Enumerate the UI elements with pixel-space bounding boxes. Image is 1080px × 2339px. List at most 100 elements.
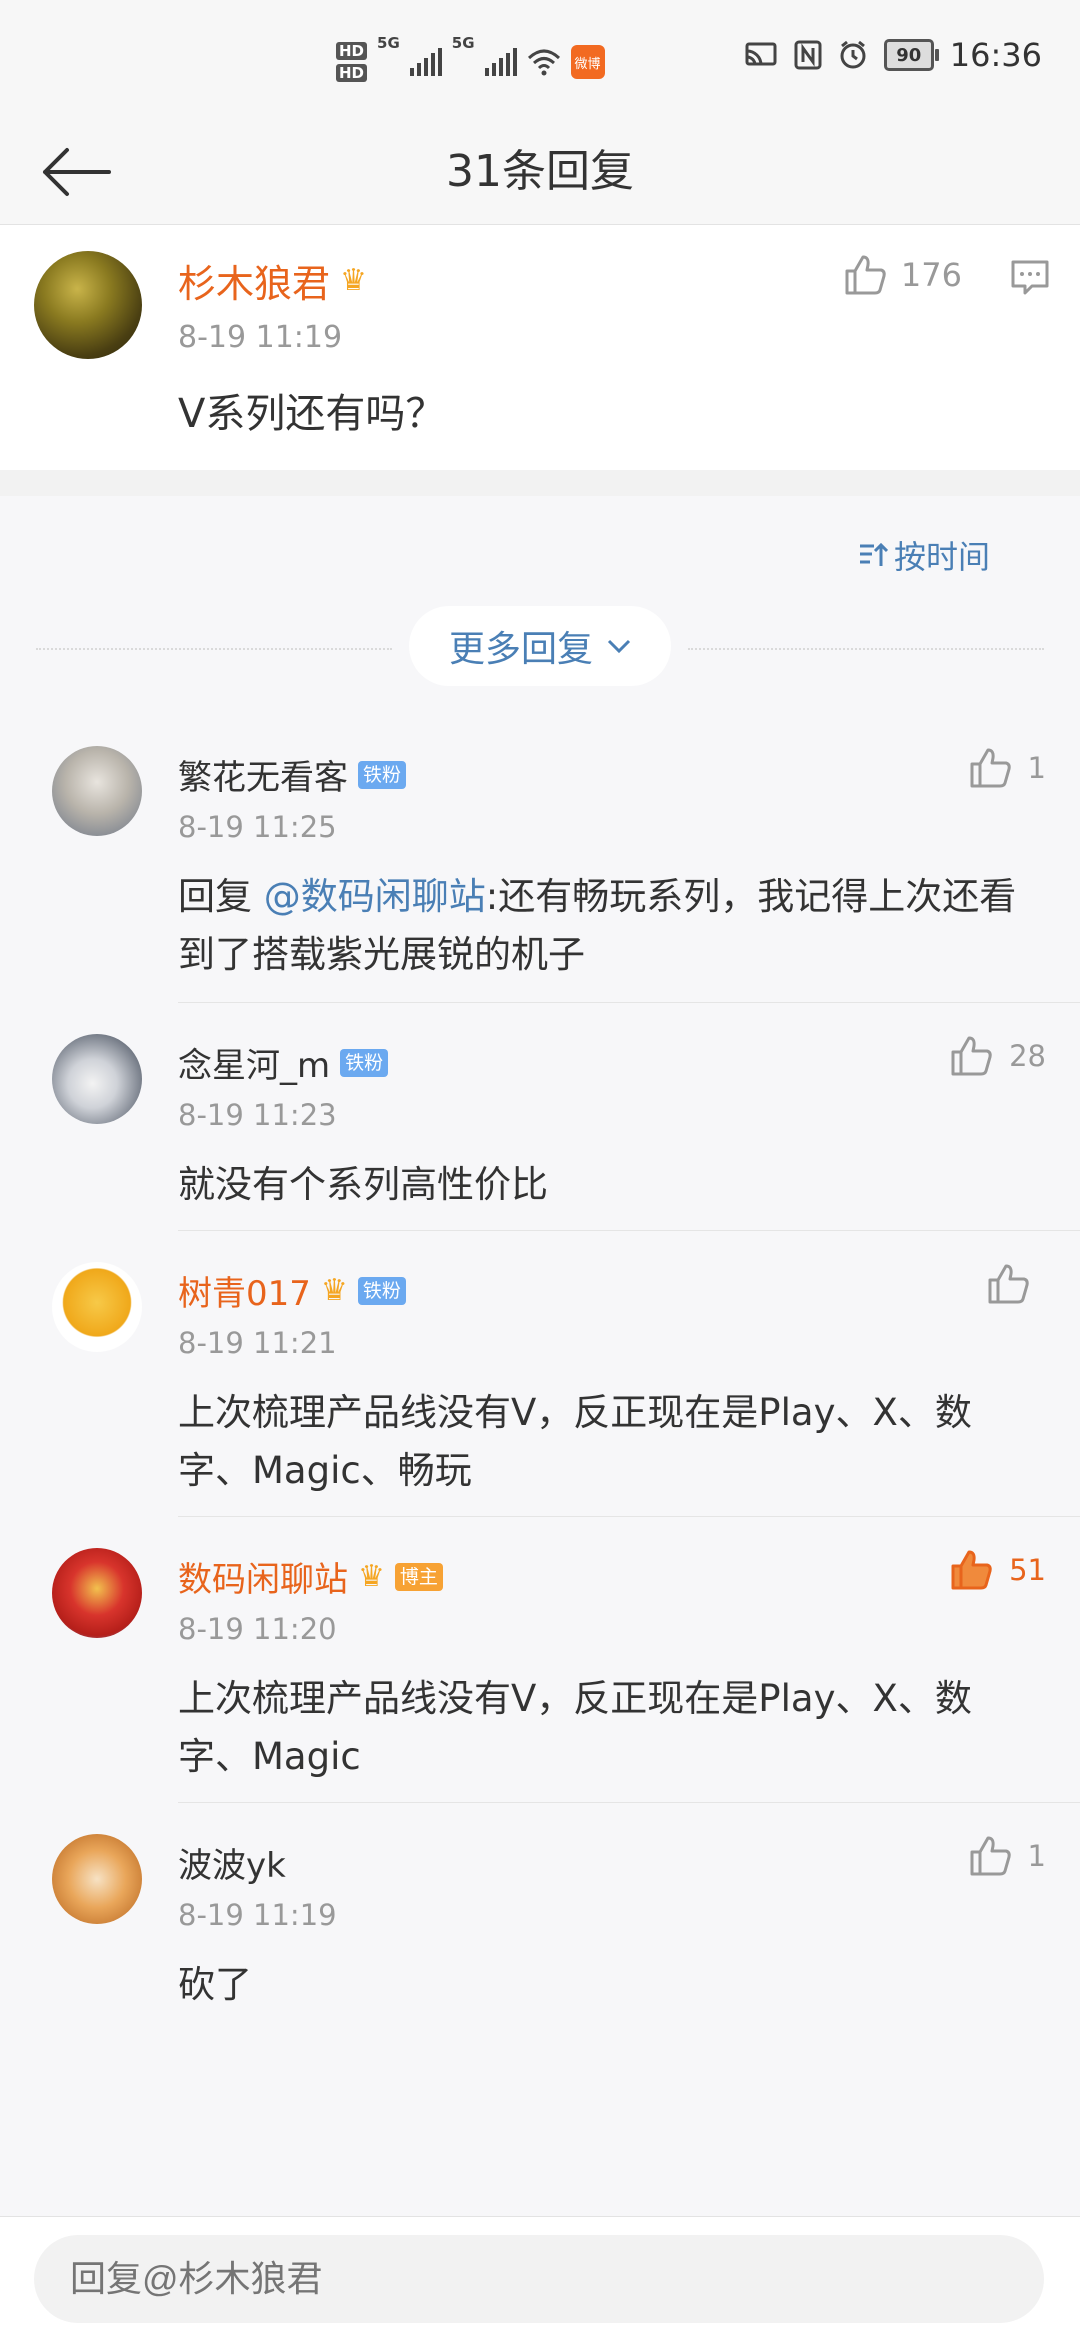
thumbs-up-icon [845, 255, 886, 295]
author-name-text: 波波yk [178, 1846, 286, 1886]
arrow-left-icon [43, 148, 111, 196]
fan-badge: 铁粉 [357, 1276, 406, 1305]
reply-text: 上次梳理产品线没有V，反正现在是Play、X、数字、Magic [178, 1677, 972, 1778]
thumbs-up-icon [988, 1264, 1029, 1304]
original-comment: 杉木狼君 ♛ 8-19 11:19 V系列还有吗？ 176 [0, 225, 1080, 470]
clock: 16:36 [949, 36, 1042, 74]
like-button[interactable]: 176 [843, 253, 962, 297]
blogger-badge: 博主 [394, 1562, 443, 1591]
cast-icon [745, 42, 777, 66]
chevron-down-icon [607, 639, 631, 654]
hd-icon: HD [336, 42, 368, 60]
reply-item: 繁花无看客 铁粉 8-19 11:25 回复 @数码闲聊站:还有畅玩系列，我记得… [0, 746, 1080, 976]
author-name-text: 念星河_m [178, 1046, 331, 1086]
thumbs-up-filled-icon [951, 1550, 992, 1590]
reply-time: 8-19 11:25 [178, 810, 337, 844]
divider [688, 648, 1044, 650]
reply-time: 8-19 11:20 [178, 1612, 337, 1646]
reply-prefix: 回复 [178, 875, 264, 918]
like-count: 1 [1027, 1839, 1046, 1873]
status-left: HD HD 5G 5G 微博 [336, 34, 605, 90]
reply-text: 回复 @数码闲聊站:还有畅玩系列，我记得上次还看到了搭载紫光展锐的机子 [178, 868, 1038, 984]
avatar[interactable] [52, 1548, 142, 1638]
battery-icon: 90 [883, 39, 939, 71]
reply-input[interactable] [34, 2235, 1044, 2323]
reply-text: 就没有个系列高性价比 [178, 1163, 548, 1206]
fan-badge: 铁粉 [340, 1048, 389, 1077]
comment-icon[interactable] [1010, 257, 1050, 297]
hd-stack: HD HD [336, 42, 368, 82]
avatar[interactable] [52, 1034, 142, 1124]
wifi-icon [527, 49, 560, 76]
comment-text: V系列还有吗？ [178, 391, 446, 437]
weibo-notification-icon: 微博 [570, 45, 605, 79]
avatar[interactable] [52, 746, 142, 836]
divider [178, 1002, 1080, 1003]
author-name[interactable]: 树青017 ♛ 铁粉 [178, 1266, 406, 1315]
reply-item: 树青017 ♛ 铁粉 8-19 11:21 上次梳理产品线没有V，反正现在是Pl… [0, 1262, 1080, 1492]
fan-badge: 铁粉 [358, 760, 407, 789]
avatar[interactable] [34, 251, 142, 359]
like-count: 1 [1027, 751, 1046, 785]
like-button[interactable]: 1 [968, 1834, 1046, 1878]
divider [178, 1516, 1080, 1517]
like-count: 176 [900, 256, 962, 294]
author-name[interactable]: 杉木狼君 ♛ [178, 253, 367, 308]
mention-link[interactable]: @数码闲聊站 [264, 875, 486, 918]
like-count: 51 [1009, 1553, 1046, 1587]
reply-text: 砍了 [178, 1963, 252, 2006]
crown-icon: ♛ [320, 1273, 348, 1308]
network-type-label: 5G [451, 34, 475, 52]
comment-time: 8-19 11:19 [178, 320, 343, 355]
signal-icon [409, 48, 442, 76]
thumbs-up-icon [970, 1836, 1011, 1876]
avatar[interactable] [52, 1834, 142, 1924]
thumbs-up-icon [951, 1036, 992, 1076]
avatar[interactable] [52, 1262, 142, 1352]
sort-by-time-button[interactable]: 按时间 [858, 532, 990, 578]
reply-input-bar [0, 2216, 1080, 2339]
like-count: 28 [1009, 1039, 1046, 1073]
more-replies-row: 更多回复 [36, 606, 1044, 690]
reply-item: 数码闲聊站 ♛ 博主 8-19 11:20 上次梳理产品线没有V，反正现在是Pl… [0, 1548, 1080, 1778]
hd-icon: HD [336, 64, 368, 82]
more-replies-button[interactable]: 更多回复 [409, 606, 671, 686]
author-name[interactable]: 念星河_m 铁粉 [178, 1038, 389, 1087]
reply-time: 8-19 11:19 [178, 1898, 337, 1932]
author-name[interactable]: 繁花无看客 铁粉 [178, 750, 407, 799]
like-button[interactable]: 28 [949, 1034, 1046, 1078]
crown-icon: ♛ [358, 1559, 385, 1594]
reply-time: 8-19 11:21 [178, 1326, 337, 1360]
replies-section: 按时间 更多回复 繁花无看客 铁粉 8-19 11:25 回复 @数码闲聊站:还… [0, 496, 1080, 2216]
crown-icon: ♛ [340, 263, 367, 298]
like-button[interactable]: 1 [968, 746, 1046, 790]
divider [178, 1230, 1080, 1231]
author-name[interactable]: 波波yk [178, 1838, 286, 1887]
reply-time: 8-19 11:23 [178, 1098, 337, 1132]
reply-item: 念星河_m 铁粉 8-19 11:23 就没有个系列高性价比 28 [0, 1034, 1080, 1206]
network-type-label: 5G [377, 34, 400, 52]
divider [178, 1802, 1080, 1803]
title-bar: 31条回复 [0, 120, 1080, 225]
like-button[interactable] [986, 1262, 1046, 1306]
divider [36, 648, 392, 650]
reply-text: 上次梳理产品线没有V，反正现在是Play、X、数字、Magic、畅玩 [178, 1391, 972, 1492]
back-button[interactable] [36, 132, 116, 212]
more-replies-label: 更多回复 [448, 629, 593, 670]
author-name[interactable]: 数码闲聊站 ♛ 博主 [178, 1552, 443, 1601]
sort-label: 按时间 [893, 538, 990, 576]
status-bar: HD HD 5G 5G 微博 90 16:36 [0, 0, 1080, 120]
like-button[interactable]: 51 [949, 1548, 1046, 1592]
reply-item: 波波yk 8-19 11:19 砍了 1 [0, 1834, 1080, 2006]
status-right: 90 16:36 [744, 36, 1042, 74]
author-name-text: 树青017 [178, 1274, 311, 1314]
nfc-icon [794, 40, 822, 70]
sort-icon [859, 542, 888, 566]
page-title: 31条回复 [446, 146, 634, 197]
thumbs-up-icon [970, 748, 1011, 788]
signal-icon [484, 48, 517, 76]
author-name-text: 数码闲聊站 [178, 1560, 348, 1600]
author-name-text: 杉木狼君 [178, 262, 331, 306]
alarm-icon [840, 40, 866, 69]
author-name-text: 繁花无看客 [178, 758, 348, 798]
